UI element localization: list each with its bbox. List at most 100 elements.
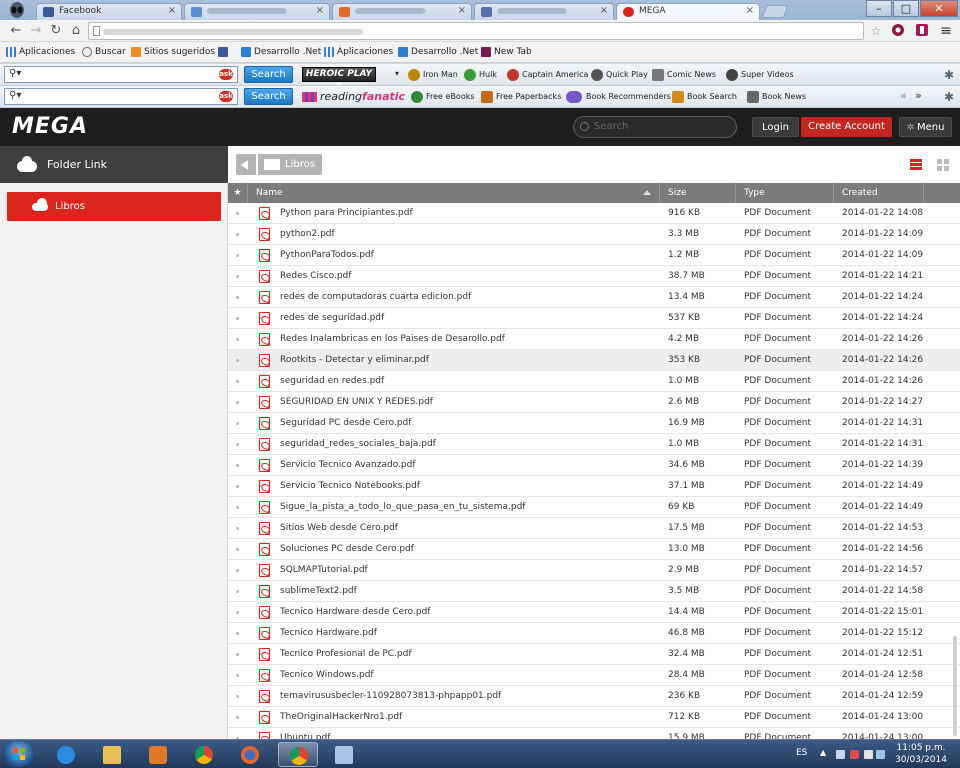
bookmark-aplicaciones-2[interactable]: Aplicaciones xyxy=(324,45,393,60)
sidebar-item-libros[interactable]: Libros xyxy=(7,192,221,221)
link-super-videos[interactable]: Super Videos xyxy=(726,67,794,83)
row-star-icon[interactable] xyxy=(236,716,239,719)
row-star-icon[interactable] xyxy=(236,632,239,635)
show-hidden-icons-icon[interactable]: ▲ xyxy=(820,748,826,757)
close-icon[interactable]: × xyxy=(458,5,466,16)
tab-facebook[interactable]: Facebook × xyxy=(36,3,182,20)
table-row[interactable]: TheOriginalHackerNro1.pdf 712 KB PDF Docum… xyxy=(228,707,960,728)
table-row[interactable]: Tecnico Hardware desde Cero.pdf 14.4 MB PD… xyxy=(228,602,960,623)
bookmark-new-tab[interactable]: New Tab xyxy=(481,45,532,60)
login-button[interactable]: Login xyxy=(752,117,799,137)
bookmark-facebook[interactable] xyxy=(218,45,231,60)
table-row[interactable]: Sitios Web desde Cero.pdf 17.5 MB PDF Docu… xyxy=(228,518,960,539)
scroll-right-icon[interactable]: » xyxy=(915,89,922,102)
table-row[interactable]: temavirususbecler-110928073813-phpapp01.… xyxy=(228,686,960,707)
chevron-down-icon[interactable]: ▾ xyxy=(395,69,399,78)
network-icon[interactable] xyxy=(864,750,873,759)
language-indicator[interactable]: ES xyxy=(796,748,807,758)
bookmark-aplicaciones[interactable]: Aplicaciones xyxy=(6,45,75,60)
new-tab-button[interactable] xyxy=(761,5,789,18)
table-row[interactable]: Servicio Tecnico Notebooks.pdf 37.1 MB PDF… xyxy=(228,476,960,497)
extension-icon[interactable] xyxy=(914,23,930,39)
link-book-recommenders[interactable]: Book Recommenders xyxy=(566,89,671,105)
tab-4[interactable]: × xyxy=(474,3,614,20)
table-row[interactable]: Sigue_la_pista_a_todo_lo_que_pasa_en_tu_… xyxy=(228,497,960,518)
menu-button[interactable]: ✲ Menu xyxy=(899,117,952,137)
star-column-icon[interactable]: ★ xyxy=(228,183,248,203)
table-row[interactable]: Redes Inalambricas en los Paises de Desa… xyxy=(228,329,960,350)
row-star-icon[interactable] xyxy=(236,359,239,362)
row-star-icon[interactable] xyxy=(236,422,239,425)
taskbar-file-explorer[interactable] xyxy=(92,742,132,767)
grid-view-icon[interactable] xyxy=(937,159,949,171)
chrome-menu-icon[interactable]: ≡ xyxy=(938,23,954,39)
taskbar-chrome[interactable] xyxy=(184,742,224,767)
close-window-button[interactable]: ✕ xyxy=(920,0,958,17)
link-free-ebooks[interactable]: Free eBooks xyxy=(411,89,475,105)
table-row[interactable]: Redes Cisco.pdf 38.7 MB PDF Document 2014-0… xyxy=(228,266,960,287)
reading-fanatic-logo[interactable]: readingfanatic xyxy=(302,89,405,105)
table-row[interactable]: redes de seguridad.pdf 537 KB PDF Document… xyxy=(228,308,960,329)
taskbar-media-player[interactable] xyxy=(138,742,178,767)
settings-wrench-icon[interactable]: ✱ xyxy=(944,68,954,82)
row-star-icon[interactable] xyxy=(236,212,239,215)
tab-2[interactable]: × xyxy=(184,3,330,20)
link-book-search[interactable]: Book Search xyxy=(672,89,737,105)
row-star-icon[interactable] xyxy=(236,296,239,299)
bookmark-buscar[interactable]: Buscar xyxy=(82,45,126,60)
link-iron-man[interactable]: Iron Man xyxy=(408,67,458,83)
create-account-button[interactable]: Create Account xyxy=(801,117,892,137)
bookmark-star-icon[interactable]: ☆ xyxy=(868,23,884,39)
row-star-icon[interactable] xyxy=(236,527,239,530)
link-book-news[interactable]: Book News xyxy=(747,89,806,105)
row-star-icon[interactable] xyxy=(236,569,239,572)
taskbar-chrome-active[interactable] xyxy=(278,742,318,767)
link-quick-play[interactable]: Quick Play xyxy=(591,67,648,83)
close-icon[interactable]: × xyxy=(316,5,324,16)
mega-search-input[interactable]: Search xyxy=(573,116,737,138)
bookmark-sitios-sugeridos[interactable]: Sitios sugeridos xyxy=(131,45,215,60)
close-icon[interactable]: × xyxy=(168,5,176,16)
ask-search-button[interactable]: Search xyxy=(244,66,293,83)
table-row[interactable]: sublimeText2.pdf 3.5 MB PDF Document 2014-0… xyxy=(228,581,960,602)
link-free-paperbacks[interactable]: Free Paperbacks xyxy=(481,89,561,105)
row-star-icon[interactable] xyxy=(236,695,239,698)
home-icon[interactable]: ⌂ xyxy=(68,23,84,39)
table-row[interactable]: redes de computadoras cuarta edicion.pdf… xyxy=(228,287,960,308)
settings-wrench-icon[interactable]: ✱ xyxy=(944,90,954,104)
column-header-name[interactable]: Name xyxy=(248,183,660,203)
scroll-left-icon[interactable]: « xyxy=(900,89,907,102)
table-row[interactable]: Servicio Tecnico Avanzado.pdf 34.6 MB PDF … xyxy=(228,455,960,476)
table-row[interactable]: Soluciones PC desde Cero.pdf 13.0 MB PDF D… xyxy=(228,539,960,560)
table-row[interactable]: SQLMAPTutorial.pdf 2.9 MB PDF Document 2014… xyxy=(228,560,960,581)
maximize-button[interactable]: □ xyxy=(893,0,919,17)
table-row[interactable]: Python para Principiantes.pdf 916 KB PDF D… xyxy=(228,203,960,224)
row-star-icon[interactable] xyxy=(236,233,239,236)
row-star-icon[interactable] xyxy=(236,464,239,467)
table-row[interactable]: seguridad_redes_sociales_baja.pdf 1.0 MB P… xyxy=(228,434,960,455)
tab-3[interactable]: × xyxy=(332,3,472,20)
row-star-icon[interactable] xyxy=(236,485,239,488)
forward-arrow-icon[interactable]: → xyxy=(28,23,44,39)
back-arrow-icon[interactable] xyxy=(236,154,256,175)
row-star-icon[interactable] xyxy=(236,317,239,320)
list-view-icon[interactable] xyxy=(910,159,922,170)
row-star-icon[interactable] xyxy=(236,653,239,656)
bookmark-desarrollo-net[interactable]: Desarrollo .Net xyxy=(241,45,321,60)
column-header-created[interactable]: Created xyxy=(834,183,924,203)
table-row[interactable]: Tecnico Windows.pdf 28.4 MB PDF Document 20… xyxy=(228,665,960,686)
taskbar-firefox[interactable] xyxy=(230,742,270,767)
ask-search-button-2[interactable]: Search xyxy=(244,88,293,105)
ask-search-input-2[interactable]: ⚲▾ ask xyxy=(4,88,238,105)
start-button[interactable] xyxy=(4,741,34,767)
row-star-icon[interactable] xyxy=(236,380,239,383)
taskbar-internet-explorer[interactable] xyxy=(46,742,86,767)
table-row[interactable]: SEGURIDAD EN UNIX Y REDES.pdf 2.6 MB PDF D… xyxy=(228,392,960,413)
volume-icon[interactable] xyxy=(876,750,885,759)
tab-mega[interactable]: MEGA × xyxy=(616,3,760,20)
row-star-icon[interactable] xyxy=(236,275,239,278)
table-row[interactable]: Rootkits - Detectar y eliminar.pdf 353 KB… xyxy=(228,350,960,371)
row-star-icon[interactable] xyxy=(236,548,239,551)
extension-icon[interactable] xyxy=(890,23,906,39)
row-star-icon[interactable] xyxy=(236,506,239,509)
